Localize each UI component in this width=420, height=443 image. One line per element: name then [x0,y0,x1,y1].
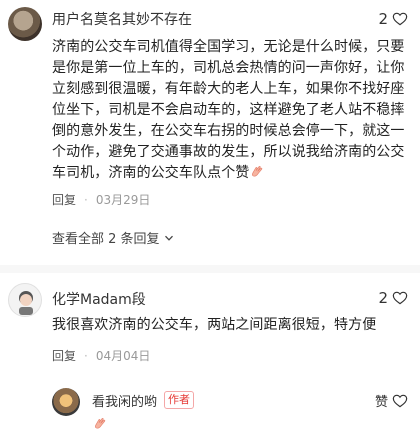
comment-text: 济南的公交车司机值得全国学习，无论是什么时候，只要是你是第一位上车的，司机总会热… [52,37,407,184]
like-count: 2 [378,10,388,28]
reply-text [92,414,108,433]
like-count: 2 [378,289,388,307]
meta-separator: · [84,348,88,363]
like-button[interactable]: 2 [378,289,408,307]
comment-meta: 回复 · 03月29日 [52,191,150,208]
heart-outline-icon [392,12,408,26]
section-divider [0,265,420,273]
reply-button[interactable]: 回复 [52,347,76,364]
author-badge: 作者 [164,391,194,409]
comment-username[interactable]: 化学Madam段 [52,289,146,309]
chevron-down-icon [164,235,173,241]
avatar[interactable] [52,388,80,416]
view-all-replies-button[interactable]: 查看全部 2 条回复 [52,228,174,247]
clap-emoji-icon [252,166,263,177]
heart-outline-icon [392,394,408,407]
comment-meta: 回复 · 04月04日 [52,347,150,364]
view-all-replies-label: 查看全部 2 条回复 [52,232,160,247]
comment-text: 我很喜欢济南的公交车，两站之间距离很短，特方便 [52,317,377,333]
like-button[interactable]: 赞 [375,391,408,410]
comment-date: 04月04日 [95,349,151,363]
comment-body: 济南的公交车司机值得全国学习，无论是什么时候，只要是你是第一位上车的，司机总会热… [52,39,405,181]
comment-date: 03月29日 [95,193,151,207]
reply-username[interactable]: 看我闲的哟 [92,391,157,410]
comment-username[interactable]: 用户名莫名其妙不存在 [52,9,192,29]
like-label: 赞 [374,395,388,410]
avatar-illustration [19,291,33,315]
meta-separator: · [84,192,88,207]
clap-emoji-icon [95,418,106,429]
like-button[interactable]: 2 [378,10,408,28]
avatar[interactable] [8,7,42,41]
avatar[interactable] [8,283,42,317]
heart-outline-icon [392,291,408,305]
reply-button[interactable]: 回复 [52,191,76,208]
